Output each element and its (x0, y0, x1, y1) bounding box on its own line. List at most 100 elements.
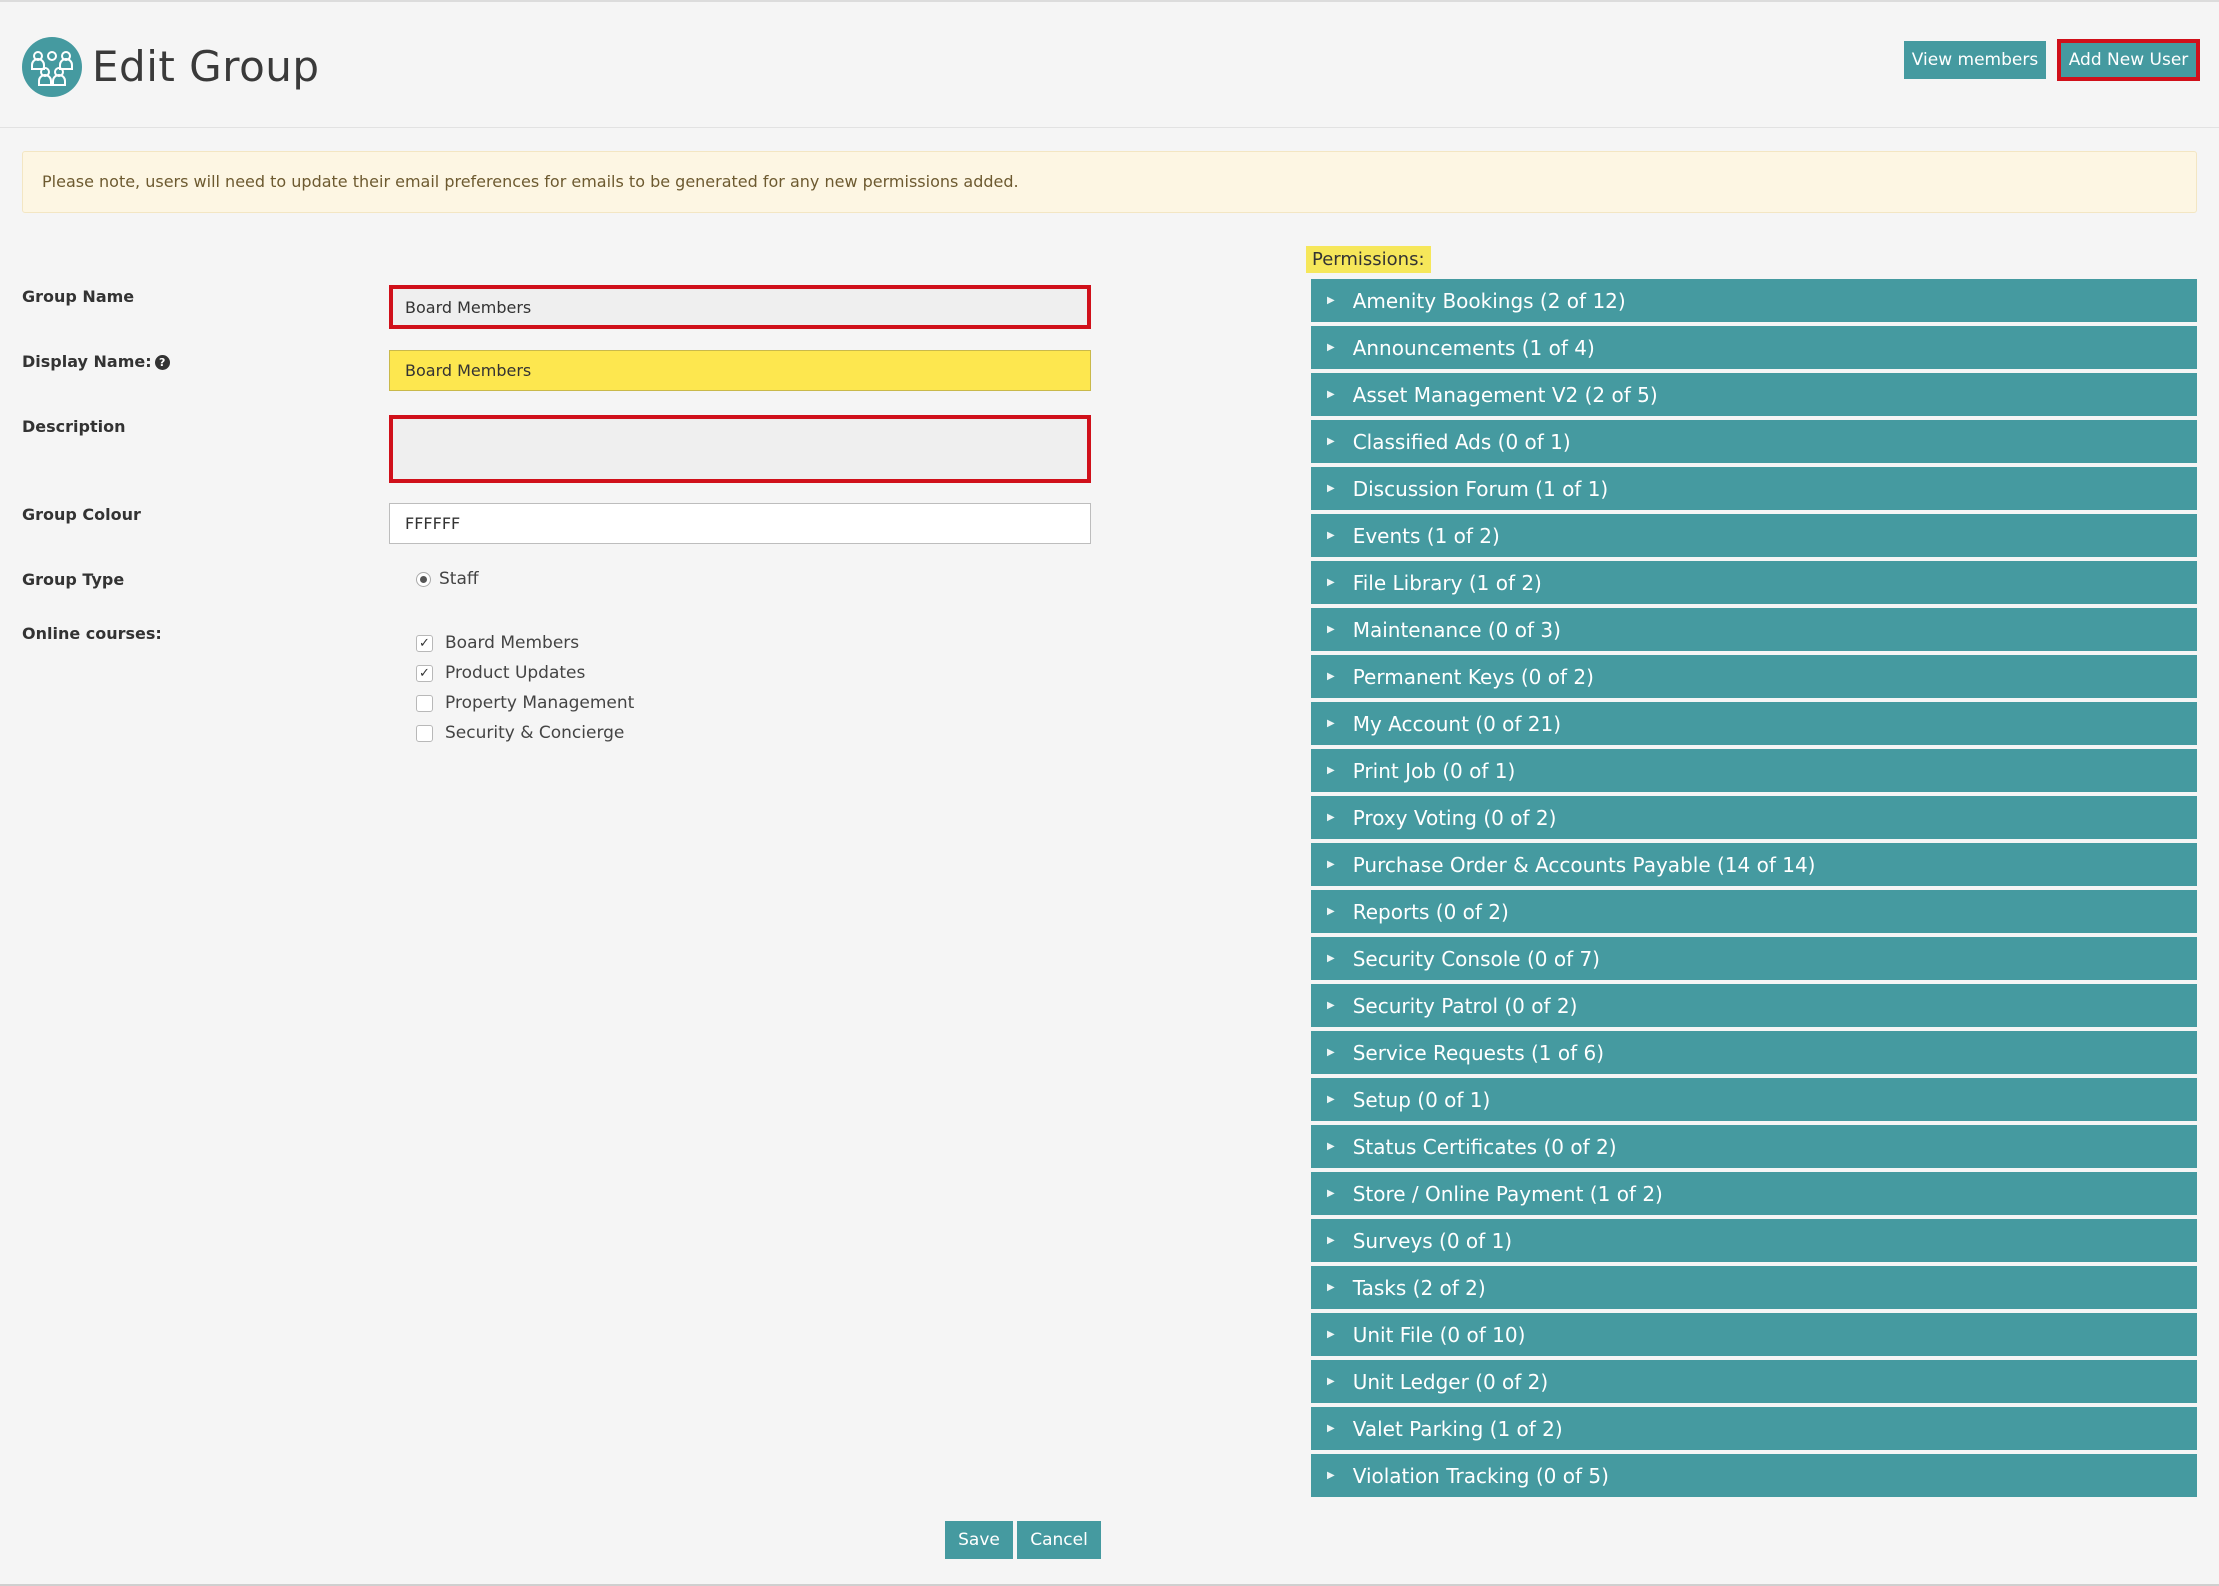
caret-right-icon: ▶ (1327, 1329, 1335, 1340)
display-name-input[interactable]: Board Members (389, 350, 1091, 391)
permission-accordion-item[interactable]: ▶ Maintenance (0 of 3) (1311, 608, 2197, 651)
permission-accordion-item[interactable]: ▶ Announcements (1 of 4) (1311, 326, 2197, 369)
group-name-label: Group Name (22, 287, 135, 306)
save-button[interactable]: Save (945, 1521, 1013, 1559)
permission-label: Security Console (0 of 7) (1352, 946, 1600, 971)
permission-label: Events (1 of 2) (1352, 523, 1500, 548)
caret-right-icon: ▶ (1327, 718, 1335, 729)
permission-label: Maintenance (0 of 3) (1352, 617, 1561, 642)
checkbox-empty-icon[interactable] (416, 694, 433, 712)
permission-accordion-item[interactable]: ▶ Surveys (0 of 1) (1311, 1219, 2197, 1262)
caret-right-icon: ▶ (1327, 1000, 1335, 1011)
caret-right-icon: ▶ (1327, 1470, 1335, 1481)
group-name-input[interactable]: Board Members (389, 285, 1091, 329)
course-label: Board Members (445, 633, 580, 653)
permission-accordion-item[interactable]: ▶ Security Patrol (0 of 2) (1311, 984, 2197, 1027)
permission-label: Announcements (1 of 4) (1352, 335, 1595, 360)
permission-label: Valet Parking (1 of 2) (1352, 1416, 1563, 1441)
caret-right-icon: ▶ (1327, 1282, 1335, 1293)
online-courses-label: Online courses: (22, 624, 162, 643)
permission-label: Unit Ledger (0 of 2) (1352, 1369, 1549, 1394)
checkbox-empty-icon[interactable] (416, 724, 433, 742)
caret-right-icon: ▶ (1327, 577, 1335, 588)
permission-accordion-item[interactable]: ▶ Store / Online Payment (1 of 2) (1311, 1172, 2197, 1215)
permission-accordion-item[interactable]: ▶ Asset Management V2 (2 of 5) (1311, 373, 2197, 416)
cancel-button[interactable]: Cancel (1017, 1521, 1101, 1559)
permission-label: My Account (0 of 21) (1352, 711, 1562, 736)
permission-label: Permanent Keys (0 of 2) (1352, 664, 1594, 689)
caret-right-icon: ▶ (1327, 624, 1335, 635)
permission-label: Asset Management V2 (2 of 5) (1352, 382, 1658, 407)
permission-accordion-item[interactable]: ▶ Unit Ledger (0 of 2) (1311, 1360, 2197, 1403)
group-colour-input[interactable]: FFFFFF (389, 503, 1091, 544)
permission-label: Setup (0 of 1) (1352, 1087, 1491, 1112)
permission-accordion-item[interactable]: ▶ Violation Tracking (0 of 5) (1311, 1454, 2197, 1497)
permission-accordion-item[interactable]: ▶ Setup (0 of 1) (1311, 1078, 2197, 1121)
caret-right-icon: ▶ (1327, 765, 1335, 776)
caret-right-icon: ▶ (1327, 906, 1335, 917)
caret-right-icon: ▶ (1327, 1188, 1335, 1199)
permission-label: Store / Online Payment (1 of 2) (1352, 1181, 1663, 1206)
caret-right-icon: ▶ (1327, 436, 1335, 447)
permission-accordion-item[interactable]: ▶ My Account (0 of 21) (1311, 702, 2197, 745)
checkbox-checked-icon[interactable]: ✓ (416, 634, 433, 652)
add-new-user-button[interactable]: Add New User (2057, 39, 2200, 81)
course-checkbox-property-management[interactable]: Property Management (416, 693, 634, 713)
permission-label: Reports (0 of 2) (1352, 899, 1509, 924)
permissions-label: Permissions: (1306, 246, 1431, 273)
group-type-staff-label: Staff (439, 569, 479, 589)
permission-accordion-item[interactable]: ▶ File Library (1 of 2) (1311, 561, 2197, 604)
course-checkbox-board-members[interactable]: ✓ Board Members (416, 633, 579, 653)
permission-accordion-item[interactable]: ▶ Purchase Order & Accounts Payable (14 o… (1311, 843, 2197, 886)
checkbox-checked-icon[interactable]: ✓ (416, 664, 433, 682)
permission-label: Service Requests (1 of 6) (1352, 1040, 1605, 1065)
page-title: Edit Group (92, 42, 320, 91)
caret-right-icon: ▶ (1327, 342, 1335, 353)
caret-right-icon: ▶ (1327, 953, 1335, 964)
group-type-staff-radio[interactable]: Staff (416, 569, 479, 589)
course-label: Product Updates (445, 663, 586, 683)
help-icon[interactable]: ? (154, 355, 170, 370)
course-checkbox-product-updates[interactable]: ✓ Product Updates (416, 663, 585, 683)
display-name-label: Display Name:? (22, 352, 170, 371)
course-label: Security & Concierge (445, 723, 625, 743)
caret-right-icon: ▶ (1327, 389, 1335, 400)
permission-label: Violation Tracking (0 of 5) (1352, 1463, 1609, 1488)
permission-accordion-item[interactable]: ▶ Classified Ads (0 of 1) (1311, 420, 2197, 463)
caret-right-icon: ▶ (1327, 295, 1335, 306)
permission-accordion-item[interactable]: ▶ Service Requests (1 of 6) (1311, 1031, 2197, 1074)
caret-right-icon: ▶ (1327, 483, 1335, 494)
permission-accordion-item[interactable]: ▶ Print Job (0 of 1) (1311, 749, 2197, 792)
permission-accordion-item[interactable]: ▶ Unit File (0 of 10) (1311, 1313, 2197, 1356)
caret-right-icon: ▶ (1327, 859, 1335, 870)
permission-accordion-item[interactable]: ▶ Permanent Keys (0 of 2) (1311, 655, 2197, 698)
view-members-button[interactable]: View members (1904, 41, 2046, 79)
permission-label: Print Job (0 of 1) (1352, 758, 1516, 783)
group-colour-label: Group Colour (22, 505, 141, 524)
permission-accordion-item[interactable]: ▶ Tasks (2 of 2) (1311, 1266, 2197, 1309)
permission-label: Status Certificates (0 of 2) (1352, 1134, 1617, 1159)
course-label: Property Management (445, 693, 635, 713)
permission-accordion-item[interactable]: ▶ Security Console (0 of 7) (1311, 937, 2197, 980)
caret-right-icon: ▶ (1327, 1141, 1335, 1152)
description-textarea[interactable] (389, 415, 1091, 483)
permission-accordion-item[interactable]: ▶ Proxy Voting (0 of 2) (1311, 796, 2197, 839)
permission-label: Amenity Bookings (2 of 12) (1352, 288, 1626, 313)
permission-accordion-item[interactable]: ▶ Valet Parking (1 of 2) (1311, 1407, 2197, 1450)
permission-accordion-item[interactable]: ▶ Discussion Forum (1 of 1) (1311, 467, 2197, 510)
permission-label: File Library (1 of 2) (1352, 570, 1542, 595)
permission-label: Unit File (0 of 10) (1352, 1322, 1526, 1347)
caret-right-icon: ▶ (1327, 1376, 1335, 1387)
permission-label: Surveys (0 of 1) (1352, 1228, 1513, 1253)
display-name-label-text: Display Name: (22, 352, 152, 371)
permission-accordion-item[interactable]: ▶ Amenity Bookings (2 of 12) (1311, 279, 2197, 322)
caret-right-icon: ▶ (1327, 1094, 1335, 1105)
radio-selected-icon[interactable] (416, 571, 431, 587)
permission-label: Proxy Voting (0 of 2) (1352, 805, 1557, 830)
course-checkbox-security-concierge[interactable]: Security & Concierge (416, 723, 624, 743)
permission-accordion-item[interactable]: ▶ Reports (0 of 2) (1311, 890, 2197, 933)
permission-accordion-item[interactable]: ▶ Status Certificates (0 of 2) (1311, 1125, 2197, 1168)
caret-right-icon: ▶ (1327, 812, 1335, 823)
permission-label: Purchase Order & Accounts Payable (14 of… (1352, 852, 1816, 877)
permission-accordion-item[interactable]: ▶ Events (1 of 2) (1311, 514, 2197, 557)
